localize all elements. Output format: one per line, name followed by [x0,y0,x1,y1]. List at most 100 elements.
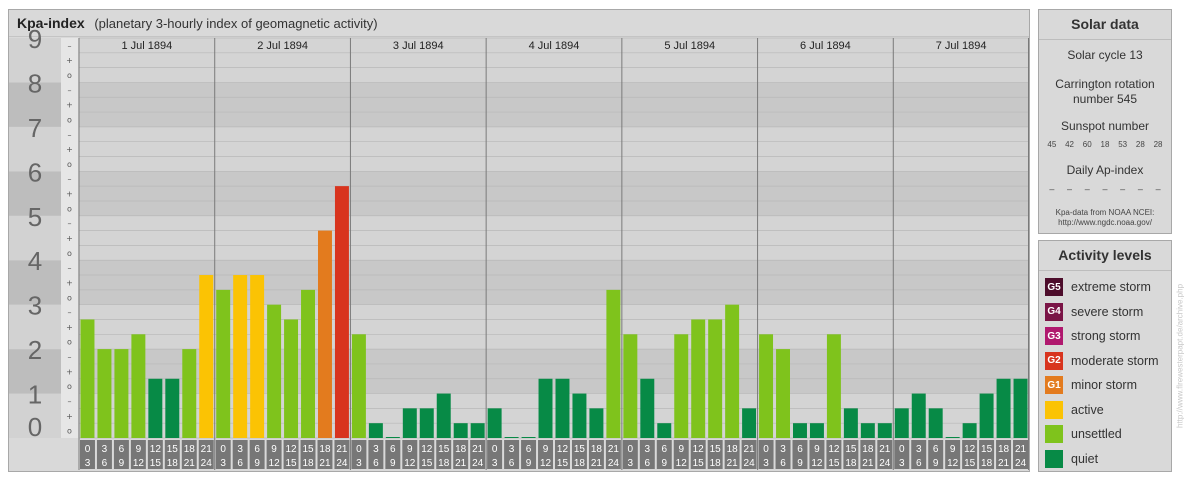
kp-bar [708,319,723,438]
activity-level-row: G3 strong storm [1039,324,1171,349]
interval-end-label: 21 [998,458,1010,469]
kp-bar [945,437,960,438]
band [79,171,1029,216]
day-label: 6 Jul 1894 [800,40,851,52]
interval-start-label: 21 [879,444,891,455]
kp-bar [436,393,451,438]
sub-tick-label: o [67,249,72,258]
interval-end-label: 6 [373,458,379,469]
interval-end-label: 6 [237,458,243,469]
interval-end-label: 18 [981,458,993,469]
interval-start-label: 12 [693,444,705,455]
kp-chart: o+–o+–o+–o+–o+–o+–o+–o+–o+–0123456789 1 J… [9,24,1029,470]
interval-start-label: 15 [845,444,857,455]
interval-end-label: 12 [269,458,281,469]
interval-end-label: 15 [964,458,976,469]
kp-bar [267,304,282,438]
interval-start-label: 3 [780,444,786,455]
sub-tick-label: – [68,130,72,139]
kp-bar [148,378,163,438]
interval-start-label: 15 [981,444,993,455]
kp-bar [572,393,587,438]
interval-start-label: 21 [608,444,620,455]
interval-start-label: 6 [390,444,396,455]
kp-bar [351,334,366,438]
interval-start-label: 12 [285,444,297,455]
interval-start-label: 9 [950,444,956,455]
kp-bar [894,408,909,438]
activity-level-label: severe storm [1071,304,1144,319]
interval-end-label: 9 [390,458,396,469]
kp-bar [504,437,519,438]
interval-start-label: 3 [509,444,515,455]
interval-start-label: 0 [356,444,362,455]
interval-start-label: 9 [678,444,684,455]
interval-start-label: 21 [744,444,756,455]
kp-bar [182,349,197,438]
activity-level-row: quiet [1039,447,1171,472]
activity-level-swatch [1045,449,1063,468]
sunspot-heading: Sunspot number [1060,119,1150,133]
interval-start-label: 12 [557,444,569,455]
kp-bar [962,423,977,438]
y-tick-label: 5 [28,202,42,232]
ap-value: – [1067,184,1073,194]
y-tick-label: 4 [28,246,42,276]
kp-bar [623,334,638,438]
ap-value: – [1049,184,1055,194]
carrington-line-2: number 545 [1072,92,1138,106]
interval-start-label: 15 [574,444,586,455]
kp-bar [385,437,400,438]
ap-value: – [1137,184,1143,194]
kp-bar [233,275,248,438]
interval-start-label: 0 [628,444,634,455]
interval-end-label: 24 [608,458,620,469]
interval-start-label: 18 [319,444,331,455]
kp-bar [928,408,943,438]
carrington-rotation: Carrington rotation number 545 [1039,77,1171,107]
data-source-link[interactable]: http://www.ngdc.noaa.gov/ [1039,218,1171,228]
activity-level-label: unsettled [1071,427,1122,442]
interval-end-label: 6 [916,458,922,469]
interval-start-label: 9 [814,444,820,455]
y-tick-label: 0 [28,412,42,442]
interval-start-label: 12 [964,444,976,455]
data-source-line-1: Kpa-data from NOAA NCEI: [1055,208,1155,217]
interval-end-label: 21 [319,458,331,469]
activity-level-row: G4 severe storm [1039,300,1171,325]
kp-bar [759,334,774,438]
activity-level-row: G1 minor storm [1039,373,1171,398]
kp-bar [419,408,434,438]
ap-value: – [1084,184,1090,194]
kp-bar [640,378,655,438]
ap-value: – [1120,184,1126,194]
kp-bar [165,378,180,438]
interval-end-label: 3 [763,458,769,469]
kp-bar [250,275,265,438]
interval-end-label: 9 [933,458,939,469]
activity-level-row: G5 extreme storm [1039,275,1171,300]
interval-start-label: 18 [184,444,196,455]
activity-level-swatch [1045,400,1063,419]
sub-tick-label: – [68,353,72,362]
interval-start-label: 6 [933,444,939,455]
y-tick-label: 1 [28,380,42,410]
interval-end-label: 15 [557,458,569,469]
interval-start-label: 21 [336,444,348,455]
interval-end-label: 12 [133,458,145,469]
sub-tick-label: o [67,204,72,213]
interval-end-label: 9 [526,458,532,469]
interval-start-label: 18 [998,444,1010,455]
sub-tick-label: + [66,56,73,65]
sub-tick-label: + [66,101,73,110]
kp-bar [301,289,315,438]
ap-value: – [1102,184,1108,194]
y-tick-label: 8 [28,68,42,98]
day-label: 4 Jul 1894 [529,40,580,52]
activity-levels-heading: Activity levels [1039,241,1171,271]
kp-bar [996,378,1011,438]
interval-end-label: 9 [661,458,667,469]
interval-end-label: 15 [693,458,705,469]
interval-end-label: 21 [184,458,196,469]
band [79,82,1029,127]
